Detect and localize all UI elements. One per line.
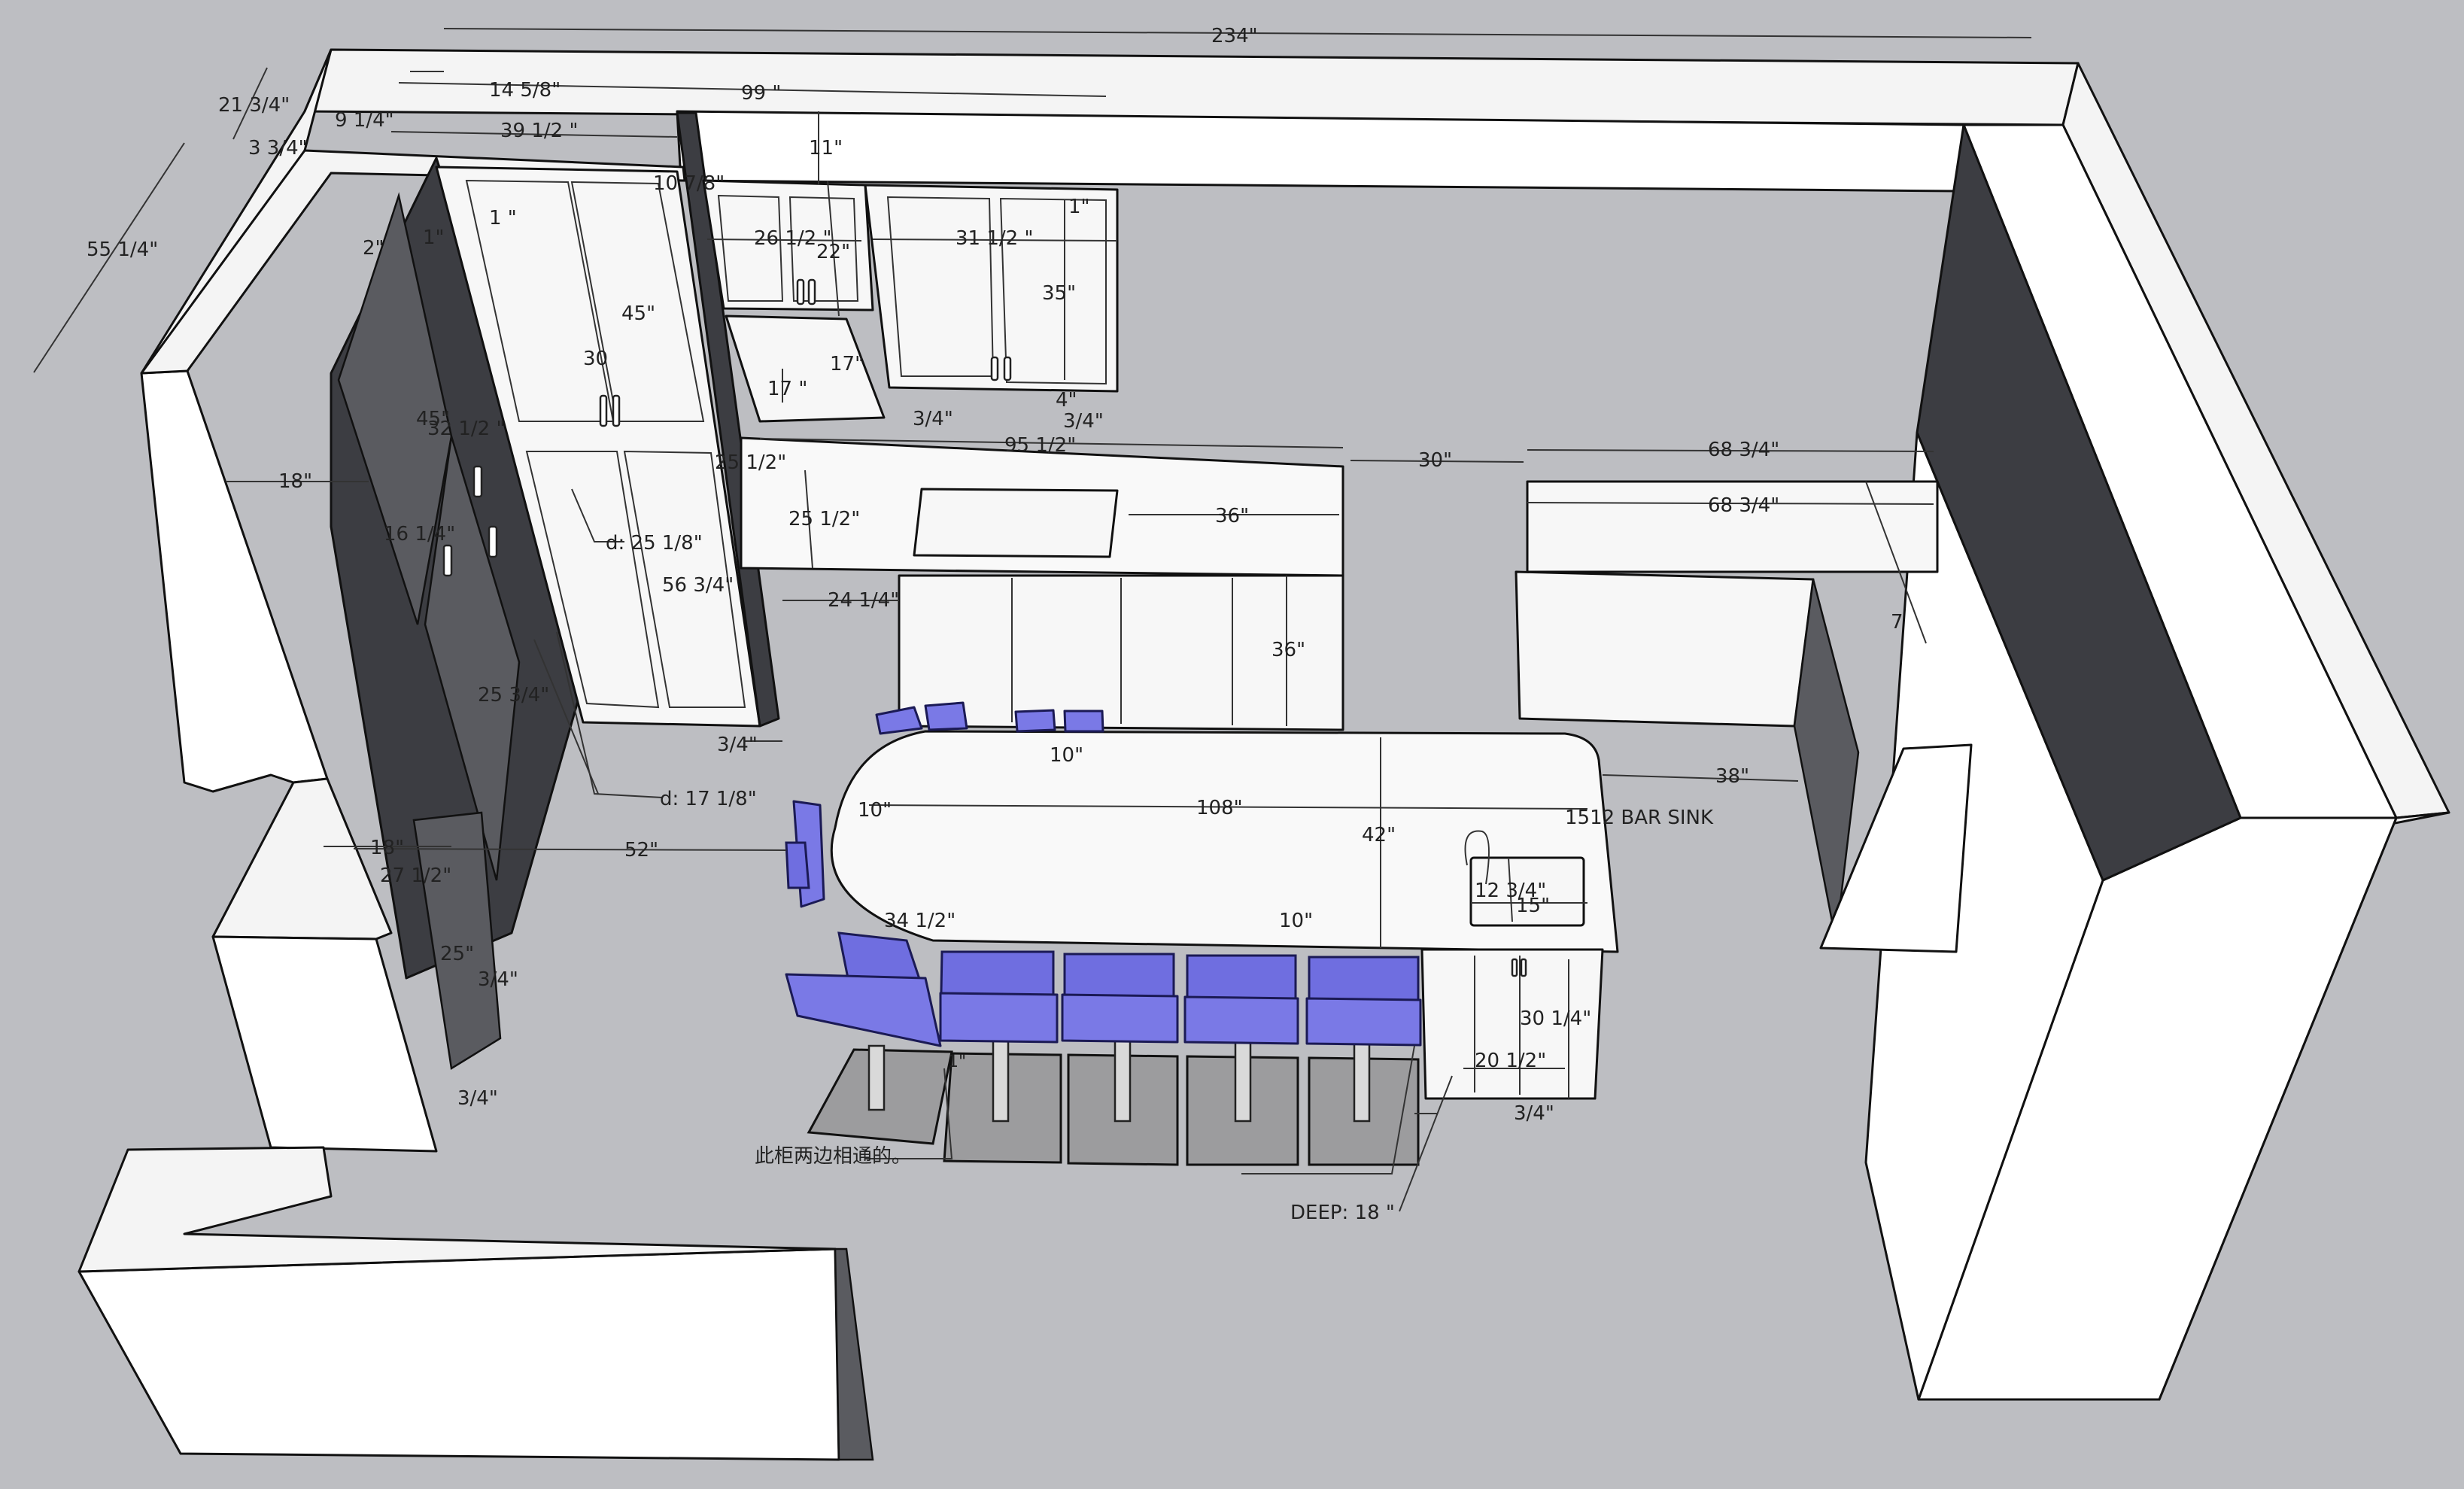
- left-return-face: [211, 935, 438, 1153]
- dim-gap-4: 4": [1056, 389, 1077, 412]
- bar-stool-1: [785, 931, 942, 1047]
- dim-depth-d17: d: 17 1/8": [660, 788, 757, 810]
- dim-wall-55: 55 1/4": [87, 239, 158, 261]
- dim-wall-9: 9 1/4": [335, 109, 394, 132]
- dim-base-24: 24 1/4": [828, 589, 899, 612]
- front-left-wall-face: [77, 1247, 840, 1461]
- label-deep-18: DEEP: 18 ": [1290, 1202, 1395, 1224]
- kitchen-3d-drawing: 234" 99 " 14 5/8" 21 3/4" 9 1/4" 3 3/4" …: [33, 25, 2450, 1461]
- dim-trim-1: 1": [423, 226, 445, 249]
- dim-side-25: 25": [440, 943, 474, 965]
- dim-soffit-14: 14 5/8": [489, 79, 561, 102]
- dim-clear-52: 52": [624, 839, 658, 861]
- back-wall-top: [303, 48, 2080, 126]
- bar-stool-3: [1061, 953, 1179, 1044]
- bar-stool-5: [1305, 956, 1422, 1047]
- dim-upper-35: 35": [1042, 282, 1076, 305]
- dim-run-68a: 68 3/4": [1708, 439, 1779, 461]
- dim-run-68b: 68 3/4": [1708, 494, 1779, 517]
- dim-depth-25a: 25 1/2": [715, 451, 786, 474]
- dim-gap-38: 38": [1715, 765, 1749, 788]
- bar-stool-side: [785, 800, 825, 908]
- dim-counter-36: 36": [1215, 505, 1249, 527]
- front-left-wall-top: [77, 1146, 837, 1273]
- back-wall-face: [676, 110, 1965, 193]
- dim-island-3-4: 3/4": [1514, 1102, 1554, 1125]
- left-wall-face: [140, 369, 329, 793]
- dim-trim-2: 2": [363, 237, 384, 260]
- dim-wall-21: 21 3/4": [218, 94, 290, 117]
- dim-stool-note: 1": [948, 1053, 966, 1071]
- dim-tall-16: 16 1/4": [384, 523, 455, 545]
- dim-side-3-4a: 3/4": [478, 968, 518, 991]
- dim-island-30: 30 1/4": [1520, 1007, 1591, 1030]
- dim-wall-18b: 18": [370, 837, 404, 859]
- dim-side-27: 27 1/2": [380, 865, 451, 887]
- label-bar-sink: 1512 BAR SINK: [1565, 807, 1714, 829]
- left-return-top: [211, 777, 393, 941]
- front-left-wall-end: [834, 1247, 874, 1461]
- dim-hood-17b: 17 ": [767, 378, 807, 400]
- bar-stool-2: [939, 950, 1059, 1044]
- dim-island-10a: 10": [1050, 744, 1083, 767]
- dim-upper-height-11: 11": [809, 137, 843, 160]
- dim-wall-3: 3 3/4": [248, 137, 308, 160]
- dim-island-depth: 42": [1362, 824, 1396, 846]
- dim-door-45: 45": [621, 302, 655, 325]
- dim-gap-3-4b: 3/4": [1063, 410, 1104, 433]
- sink-basin: [913, 488, 1119, 558]
- dim-tall-56: 56 3/4": [662, 574, 734, 597]
- dim-gap-3-4c: 3/4": [717, 734, 758, 756]
- corner-base-front: [1515, 570, 1815, 728]
- dim-island-10b: 10": [858, 799, 892, 822]
- kitchen-plan-viewport: 234" 99 " 14 5/8" 21 3/4" 9 1/4" 3 3/4" …: [0, 0, 2464, 1489]
- dim-gap-3-4a: 3/4": [913, 408, 953, 430]
- dim-upper-31: 31 1/2 ": [956, 227, 1033, 250]
- dim-run-95: 95 1/2": [1004, 434, 1076, 457]
- dim-depth-25b: 25 1/2": [788, 508, 860, 530]
- dim-upper-left-width: 99 ": [741, 82, 781, 105]
- note-open-both-sides: 此柜两边相通的。: [755, 1145, 911, 1168]
- dim-sink-15: 15": [1516, 895, 1550, 917]
- dim-depth-d25: d: 25 1/8": [606, 532, 703, 555]
- dim-gap-30: 30": [1418, 449, 1452, 472]
- dim-trim-1b: 1 ": [489, 207, 517, 229]
- dim-upper-22: 22": [816, 241, 850, 263]
- dim-island-34: 34 1/2": [884, 910, 956, 932]
- dim-upper-1: 1": [1068, 196, 1090, 218]
- bar-stool-4: [1183, 954, 1299, 1045]
- dim-hood-17a: 17": [830, 353, 864, 375]
- dim-side-7: 7: [1891, 611, 1903, 634]
- dim-pantry-30: 30: [583, 348, 608, 370]
- dim-depth-32: 32 1/2 ": [427, 418, 505, 440]
- dim-pantry-width: 39 1/2 ": [500, 120, 578, 142]
- dim-island-20: 20 1/2": [1475, 1050, 1546, 1072]
- dim-overall-width: 234": [1211, 25, 1258, 47]
- dim-island-length: 108": [1196, 797, 1243, 819]
- dim-side-3-4b: 3/4": [457, 1087, 498, 1110]
- dim-wall-18: 18": [278, 470, 312, 493]
- dim-base-height-36: 36": [1271, 639, 1305, 661]
- dim-island-10c: 10": [1279, 910, 1313, 932]
- dim-tall-25: 25 3/4": [478, 684, 549, 707]
- dim-gap-10: 10 7/8": [653, 172, 725, 195]
